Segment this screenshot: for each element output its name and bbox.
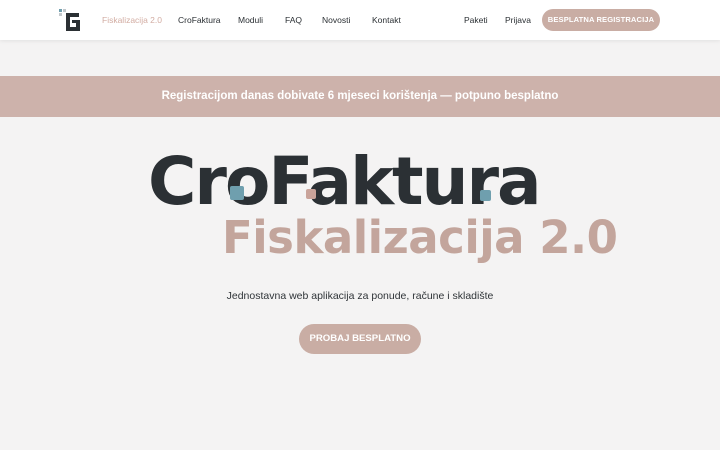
nav-link-faq[interactable]: FAQ bbox=[285, 14, 302, 26]
hero-tagline: Jednostavna web aplikacija za ponude, ra… bbox=[226, 290, 494, 302]
try-free-button[interactable]: PROBAJ BESPLATNO bbox=[299, 324, 421, 354]
nav-link-kontakt[interactable]: Kontakt bbox=[372, 14, 401, 26]
title-dot-pink-icon bbox=[306, 189, 316, 199]
nav-link-novosti[interactable]: Novosti bbox=[322, 14, 350, 26]
nav-link-crofaktura[interactable]: CroFaktura bbox=[178, 14, 221, 26]
site-header: Fiskalizacija 2.0 CroFaktura Moduli FAQ … bbox=[0, 0, 720, 40]
promo-text: Registracijom danas dobivate 6 mjeseci k… bbox=[161, 90, 559, 102]
register-button[interactable]: BESPLATNA REGISTRACIJA bbox=[542, 9, 660, 31]
promo-banner: Registracijom danas dobivate 6 mjeseci k… bbox=[0, 76, 720, 117]
crofaktura-logo-icon[interactable] bbox=[59, 9, 81, 31]
title-dot-blue-small-icon bbox=[480, 190, 491, 201]
hero-subtitle: Fiskalizacija 2.0 bbox=[222, 211, 618, 264]
title-dot-blue-icon bbox=[230, 186, 244, 200]
nav-link-fiskalizacija[interactable]: Fiskalizacija 2.0 bbox=[102, 14, 162, 26]
nav-link-paketi[interactable]: Paketi bbox=[464, 14, 488, 26]
page: Fiskalizacija 2.0 CroFaktura Moduli FAQ … bbox=[0, 0, 720, 450]
nav-link-moduli[interactable]: Moduli bbox=[238, 14, 263, 26]
nav-link-prijava[interactable]: Prijava bbox=[505, 14, 531, 26]
